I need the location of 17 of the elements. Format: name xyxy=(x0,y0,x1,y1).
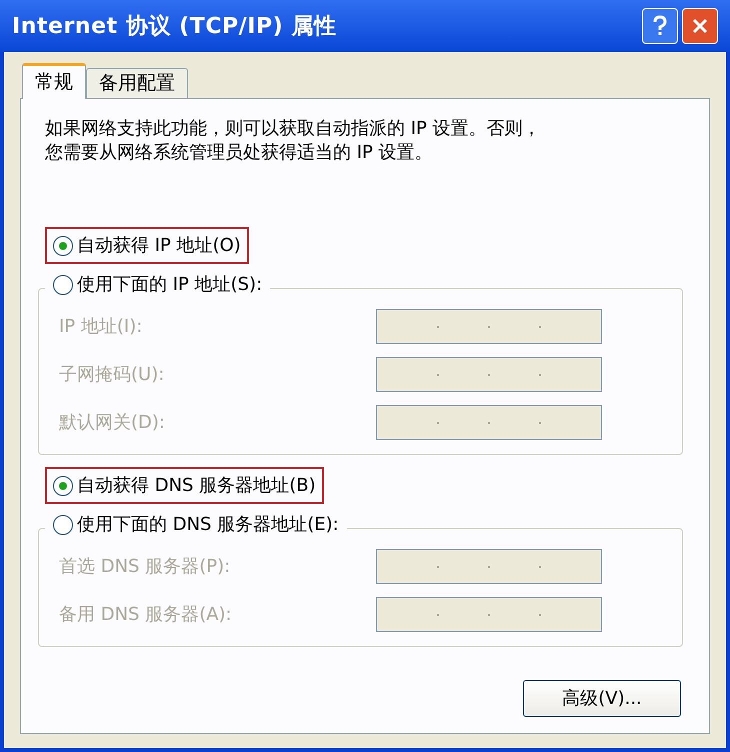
radio-option[interactable]: 自动获得 IP 地址(O) xyxy=(45,227,249,264)
field-label: 默认网关(D): xyxy=(59,411,165,435)
description-text: 如果网络支持此功能，则可以获取自动指派的 IP 设置。否则， xyxy=(45,117,541,141)
close-button[interactable] xyxy=(682,8,718,44)
advanced-button[interactable]: 高级(V)... xyxy=(523,680,681,717)
field-label: 首选 DNS 服务器(P): xyxy=(59,555,230,579)
close-icon xyxy=(691,17,709,35)
help-icon xyxy=(651,15,669,37)
field-label: 备用 DNS 服务器(A): xyxy=(59,603,232,627)
radio-option[interactable]: 自动获得 DNS 服务器地址(B) xyxy=(45,467,324,504)
field-label: 子网掩码(U): xyxy=(59,363,164,387)
description-text: 您需要从网络系统管理员处获得适当的 IP 设置。 xyxy=(45,141,433,165)
help-button[interactable] xyxy=(642,8,678,44)
field-label: IP 地址(I): xyxy=(59,315,142,339)
tab[interactable]: 备用配置 xyxy=(86,68,188,98)
window-title: Internet 协议 (TCP/IP) 属性 xyxy=(12,12,337,40)
tab[interactable]: 常规 xyxy=(22,63,86,99)
